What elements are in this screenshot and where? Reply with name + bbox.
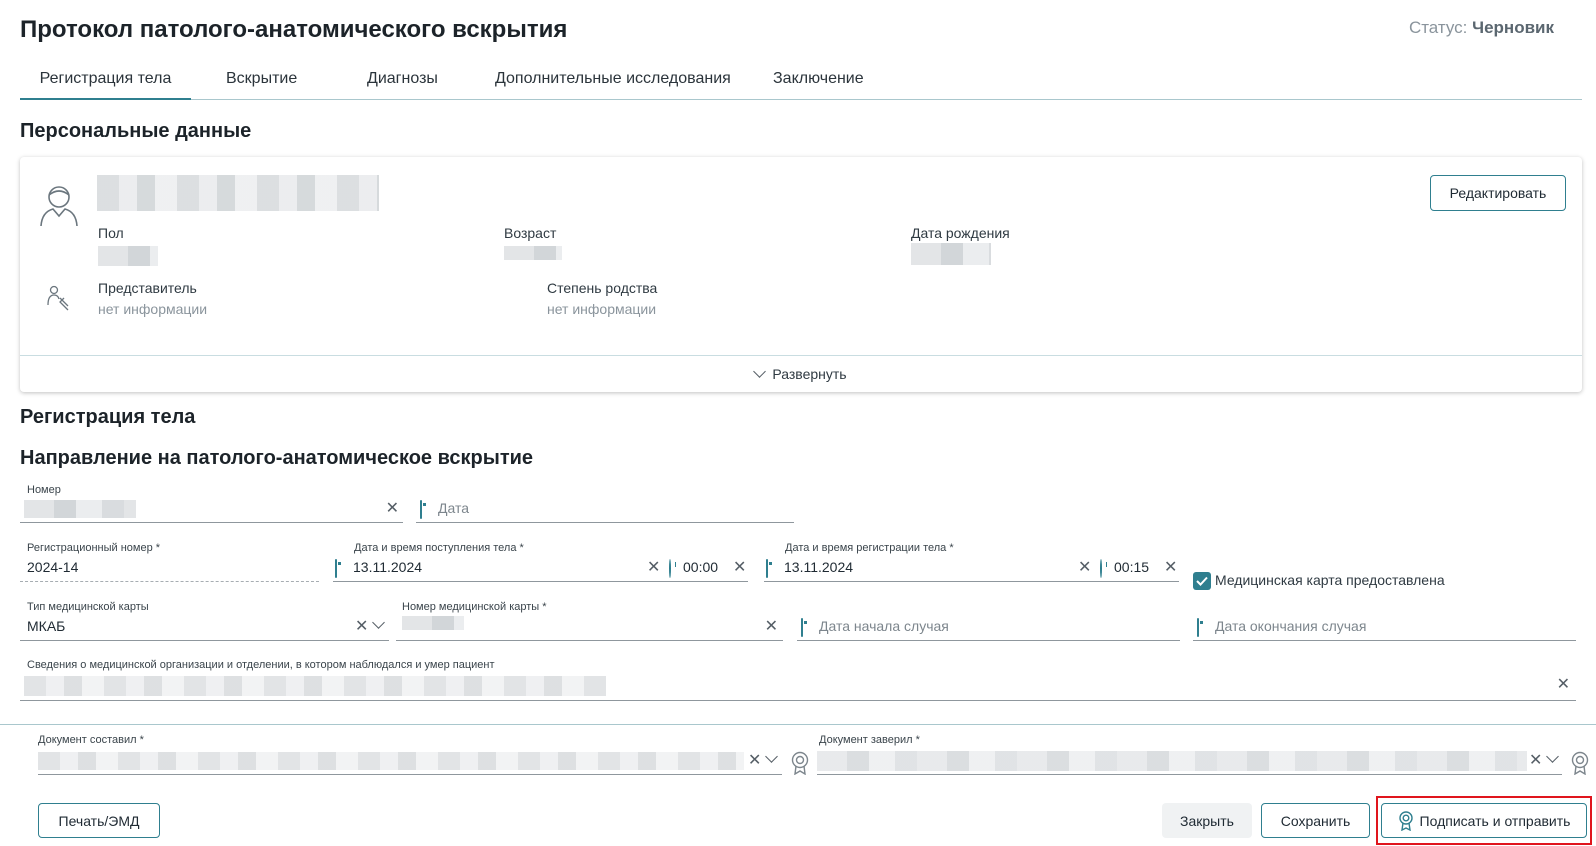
- case-start-input[interactable]: Дата начала случая: [797, 613, 1180, 641]
- representative-icon: [47, 285, 69, 311]
- signature-icon: [1398, 810, 1413, 831]
- edit-button[interactable]: Редактировать: [1430, 175, 1566, 211]
- tab-body-registration[interactable]: Регистрация тела: [20, 60, 191, 100]
- representative-label: Представитель: [98, 280, 197, 296]
- close-button[interactable]: Закрыть: [1162, 803, 1252, 838]
- kinship-value: нет информации: [547, 301, 657, 317]
- reg-number-value: 2024-14: [27, 559, 79, 575]
- calendar-icon[interactable]: [335, 559, 337, 578]
- person-icon: [40, 186, 78, 227]
- save-button[interactable]: Сохранить: [1261, 803, 1370, 838]
- calendar-icon[interactable]: [801, 618, 803, 637]
- arrival-label: Дата и время поступления тела *: [354, 542, 524, 554]
- case-start-placeholder: Дата начала случая: [819, 618, 949, 634]
- sex-label: Пол: [98, 225, 124, 241]
- tab-label: Регистрация тела: [39, 70, 172, 87]
- clear-icon[interactable]: ✕: [1164, 560, 1177, 576]
- registration-time: 00:15: [1114, 559, 1150, 575]
- tab-additional-research[interactable]: Дополнительные исследования: [495, 70, 731, 88]
- clear-icon[interactable]: ✕: [733, 560, 746, 576]
- arrival-datetime-input[interactable]: 13.11.2024 ✕ 00:00 ✕: [333, 554, 748, 582]
- print-emd-button[interactable]: Печать/ЭМД: [38, 803, 160, 838]
- clear-icon[interactable]: ✕: [765, 619, 778, 635]
- org-info-redacted: [24, 676, 606, 696]
- expand-label: Развернуть: [772, 366, 847, 382]
- chevron-down-icon[interactable]: [372, 616, 385, 629]
- sign-and-send-label: Подписать и отправить: [1419, 812, 1571, 829]
- status-label: Статус:: [1408, 18, 1468, 37]
- calendar-icon[interactable]: [1197, 618, 1199, 637]
- personal-section-title: Персональные данные: [20, 120, 252, 142]
- case-end-placeholder: Дата окончания случая: [1215, 618, 1367, 634]
- number-input[interactable]: ✕: [20, 494, 403, 523]
- clear-icon[interactable]: ✕: [748, 753, 761, 769]
- sign-and-send-button[interactable]: Подписать и отправить: [1381, 803, 1587, 838]
- clear-icon[interactable]: ✕: [355, 619, 368, 635]
- certified-value-redacted: [817, 751, 1527, 771]
- patient-name-redacted: [97, 175, 379, 211]
- birth-label: Дата рождения: [911, 225, 1010, 241]
- sex-value-redacted: [98, 246, 158, 266]
- referral-title: Направление на патолого-анатомическое вс…: [20, 447, 534, 469]
- date-placeholder: Дата: [438, 500, 470, 516]
- card-type-label: Тип медицинской карты: [27, 601, 149, 613]
- footer-divider: [0, 724, 1596, 725]
- composed-select[interactable]: ✕: [38, 745, 782, 775]
- clear-icon[interactable]: ✕: [386, 501, 399, 517]
- card-number-label: Номер медицинской карты *: [402, 601, 547, 613]
- number-value-redacted: [24, 500, 136, 518]
- status-value: Черновик: [1472, 18, 1554, 37]
- tab-diagnoses[interactable]: Диагнозы: [367, 70, 438, 88]
- clear-icon[interactable]: ✕: [1529, 753, 1542, 769]
- clock-icon[interactable]: [669, 559, 671, 578]
- signature-icon[interactable]: [1570, 751, 1590, 775]
- page-title: Протокол патолого-анатомического вскрыти…: [20, 16, 568, 43]
- card-number-redacted: [402, 616, 464, 630]
- arrival-date: 13.11.2024: [353, 559, 423, 575]
- age-value-redacted: [504, 246, 562, 260]
- medcard-provided-label: Медицинская карта предоставлена: [1215, 572, 1445, 588]
- clear-icon[interactable]: ✕: [647, 560, 660, 576]
- body-registration-title: Регистрация тела: [20, 406, 196, 428]
- tab-autopsy[interactable]: Вскрытие: [226, 70, 297, 88]
- calendar-icon[interactable]: [420, 500, 422, 519]
- status: Статус: Черновик: [1409, 18, 1554, 38]
- representative-value: нет информации: [98, 301, 208, 317]
- arrival-time: 00:00: [683, 559, 719, 575]
- org-info-label: Сведения о медицинской организации и отд…: [27, 659, 495, 671]
- expand-button[interactable]: Развернуть: [20, 356, 1582, 392]
- card-type-select[interactable]: МКАБ ✕: [20, 613, 389, 641]
- age-label: Возраст: [504, 225, 557, 241]
- chevron-down-icon[interactable]: [1546, 750, 1559, 763]
- clock-icon[interactable]: [1100, 559, 1102, 578]
- check-icon: [1196, 576, 1208, 586]
- reg-number-label: Регистрационный номер *: [27, 542, 161, 554]
- kinship-label: Степень родства: [547, 280, 658, 296]
- composed-value-redacted: [38, 752, 744, 770]
- birth-value-redacted: [911, 243, 991, 265]
- calendar-icon[interactable]: [766, 559, 768, 578]
- medcard-checkbox[interactable]: [1193, 572, 1211, 590]
- tab-bar: Регистрация тела Вскрытие Диагнозы Допол…: [20, 60, 1582, 100]
- tab-conclusion[interactable]: Заключение: [773, 70, 864, 88]
- signature-icon[interactable]: [790, 751, 810, 775]
- referral-date-input[interactable]: Дата: [416, 494, 794, 523]
- card-number-input[interactable]: ✕: [396, 613, 783, 641]
- clear-icon[interactable]: ✕: [1557, 677, 1570, 693]
- card-type-value: МКАБ: [27, 618, 66, 634]
- certified-select[interactable]: ✕: [817, 745, 1562, 775]
- clear-icon[interactable]: ✕: [1078, 560, 1091, 576]
- chevron-down-icon: [753, 364, 767, 378]
- chevron-down-icon[interactable]: [765, 750, 778, 763]
- registration-label: Дата и время регистрации тела *: [785, 542, 954, 554]
- org-info-input[interactable]: ✕: [20, 671, 1576, 701]
- registration-date: 13.11.2024: [784, 559, 854, 575]
- case-end-input[interactable]: Дата окончания случая: [1193, 613, 1576, 641]
- registration-datetime-input[interactable]: 13.11.2024 ✕ 00:15 ✕: [764, 554, 1179, 582]
- reg-number-field: 2024-14: [20, 554, 319, 582]
- patient-card: Редактировать Пол Возраст Дата рождения …: [20, 157, 1582, 392]
